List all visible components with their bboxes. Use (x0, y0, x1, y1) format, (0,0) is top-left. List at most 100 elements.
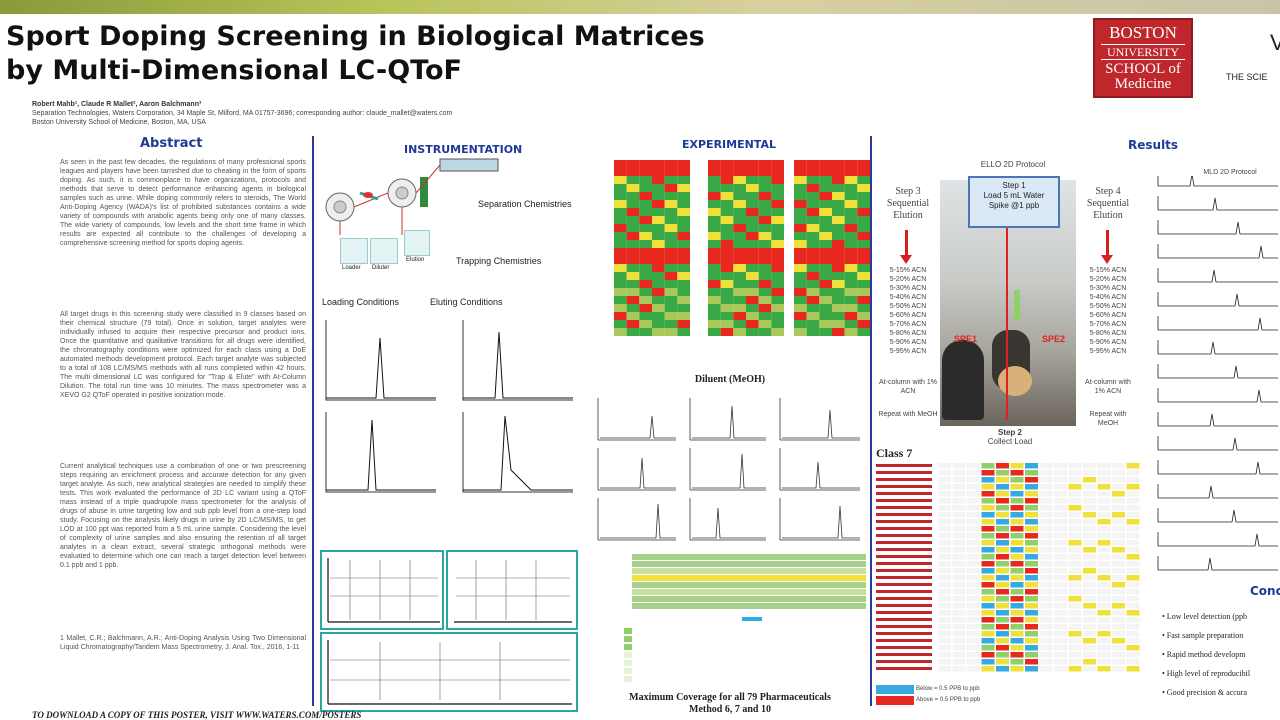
class7-cell (1010, 554, 1024, 560)
heatmap-cell (819, 160, 832, 168)
heatmap-cell (857, 264, 870, 272)
class7-cell (1068, 470, 1082, 476)
heatmap-cell (614, 232, 627, 240)
heatmap-cell (626, 176, 640, 184)
heatmap-cell (857, 272, 870, 280)
heatmap-cell (677, 280, 690, 288)
gradient-step: 5-20% ACN (889, 276, 927, 283)
class7-cell (996, 638, 1009, 644)
heatmap-cell (746, 200, 759, 208)
class7-cell (952, 659, 966, 665)
class7-cell (1039, 638, 1053, 644)
class7-cell (967, 498, 980, 504)
class7-cell (981, 638, 995, 644)
gradient-step: 5-60% ACN (889, 312, 927, 319)
heatmap-cell (677, 184, 690, 192)
class7-cell (1010, 477, 1024, 483)
heatmap-cell (652, 264, 665, 272)
heatmap-cell (664, 240, 678, 248)
class7-cell (1126, 505, 1140, 511)
step3-sub: Sequential (886, 198, 930, 209)
heatmap-cell (720, 224, 734, 232)
class7-cell (996, 540, 1009, 546)
class7-cell (1097, 589, 1111, 595)
class7-cell (1054, 470, 1067, 476)
heatmap-cell (844, 256, 858, 264)
heatmap-cell (626, 288, 640, 296)
heatmap-cell (857, 240, 870, 248)
elution-label: Elution (406, 257, 425, 263)
class7-cell (952, 561, 966, 567)
class7-cell (938, 624, 951, 630)
heatmap-cell (806, 304, 820, 312)
heatmap-cell (614, 328, 627, 336)
heatmap-cell (832, 272, 845, 280)
heatmap-cell (857, 232, 870, 240)
class7-cell (952, 610, 966, 616)
loader-box: Loader (340, 238, 368, 271)
column-divider-2 (870, 136, 872, 706)
gradient-step: 5-80% ACN (889, 330, 927, 337)
class7-cell (938, 547, 951, 553)
heatmap-cell (708, 224, 721, 232)
class7-cell (1068, 582, 1082, 588)
elution-box: Elution (404, 230, 430, 263)
class7-cell (1126, 652, 1140, 658)
heatmap-cell (708, 288, 721, 296)
heatmap-cell (720, 176, 734, 184)
abstract-paragraph-3: Current analytical techniques use a comb… (60, 463, 306, 569)
class7-cell (996, 603, 1009, 609)
class7-cell (1112, 554, 1125, 560)
class7-cell (996, 596, 1009, 602)
heatmap-cell (677, 192, 690, 200)
heatmap-cell (794, 296, 807, 304)
class7-cell (981, 603, 995, 609)
class7-row-label (876, 632, 932, 635)
abstract-heading: Abstract (140, 136, 203, 151)
class7-cell (1126, 533, 1140, 539)
heatmap-cell (614, 312, 627, 320)
class7-cell (1039, 512, 1053, 518)
class7-cell (981, 533, 995, 539)
class7-cell (1039, 617, 1053, 623)
poster-title-line1: Sport Doping Screening in Biological Mat… (6, 21, 705, 52)
class7-cell (1112, 603, 1125, 609)
heatmap-cell (733, 232, 746, 240)
class7-cell (1112, 498, 1125, 504)
heatmap-cell (758, 320, 772, 328)
class7-cell (1083, 533, 1096, 539)
heatmap-cell (639, 224, 652, 232)
class7-cell (1054, 589, 1067, 595)
heatmap-cell (771, 256, 784, 264)
class7-cell (1025, 582, 1038, 588)
class7-cell (981, 645, 995, 651)
class7-cell (1068, 631, 1082, 637)
heatmap-cell (832, 200, 845, 208)
class7-cell (1010, 652, 1024, 658)
heatmap-cell (639, 208, 652, 216)
heatmap-cell (758, 256, 772, 264)
heatmap-cell (664, 192, 678, 200)
heatmap-cell (708, 192, 721, 200)
heatmap-cell (664, 200, 678, 208)
class7-cell (1010, 631, 1024, 637)
photo-green-tube (1014, 290, 1020, 320)
class7-cell (1068, 666, 1082, 672)
heatmap-cell (720, 280, 734, 288)
class7-cell (1054, 491, 1067, 497)
heatmap-cell (844, 272, 858, 280)
class7-label: Class 7 (876, 446, 913, 460)
diluter-label: Diluter (372, 265, 390, 271)
class7-cell (938, 498, 951, 504)
class7-cell (952, 484, 966, 490)
diluent-chromatograms (597, 398, 860, 541)
heatmap-cell (844, 288, 858, 296)
heatmap-cell (664, 304, 678, 312)
class7-cell (938, 526, 951, 532)
heatmap-cell (639, 328, 652, 336)
conclusion-item: • High level of reproducibil (1162, 669, 1251, 678)
class7-cell (1025, 512, 1038, 518)
heatmap-cell (677, 208, 690, 216)
author-block: Robert Mahb¹, Claude R Mallet², Aaron Ba… (32, 100, 812, 127)
class7-cell (1054, 477, 1067, 483)
